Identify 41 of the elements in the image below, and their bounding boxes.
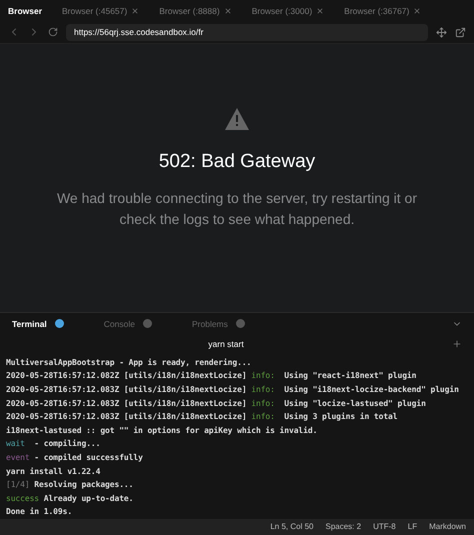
error-message: We had trouble connecting to the server, try restarting it or check the logs to see what happened.	[56, 189, 418, 230]
terminal-line: [1/4] Resolving packages...	[6, 479, 134, 492]
add-terminal-icon[interactable]	[452, 339, 462, 350]
move-icon[interactable]	[436, 26, 447, 38]
terminal-line: wait - compiling...	[6, 438, 102, 450]
panel-tab[interactable]: Problems	[192, 318, 245, 330]
browser-tab[interactable]: Browser (:45657)	[62, 4, 140, 18]
error-title: 502: Bad Gateway	[158, 150, 316, 174]
terminal-line: success Already up-to-date.	[6, 492, 134, 505]
terminal-line: 2020-05-28T16:57:12.082Z [utils/i18n/i18nextLocize] info: Using "react-i18next" plugin	[6, 370, 418, 382]
status-item: LF	[408, 520, 418, 533]
terminal-line: 2020-05-28T16:57:12.083Z [utils/i18n/i18nextLocize] info: Using 3 plugins in total	[6, 411, 398, 424]
close-icon[interactable]	[131, 6, 140, 15]
panel-tab[interactable]: Console	[104, 318, 152, 330]
badge-icon	[236, 319, 245, 328]
status-item: Ln 5, Col 50	[270, 520, 314, 533]
terminal-line: yarn install v1.22.4	[6, 466, 102, 478]
status-item: Markdown	[429, 520, 466, 533]
close-icon[interactable]	[413, 6, 422, 15]
open-new-window-icon[interactable]	[455, 26, 466, 38]
badge-icon	[54, 319, 64, 328]
panel-tab[interactable]: Terminal	[12, 318, 64, 330]
browser-tab[interactable]: Browser (:36767)	[344, 4, 422, 18]
close-icon[interactable]	[224, 6, 232, 15]
badge-icon	[142, 319, 152, 328]
terminal-line: MultiversalAppBootstrap - App is ready, rendering...	[6, 356, 252, 369]
browser-tab[interactable]: Browser (:3000)	[252, 4, 324, 18]
terminal-line: event - compiled successfully	[6, 452, 144, 464]
close-icon[interactable]	[316, 6, 324, 15]
status-item: Spaces: 2	[326, 520, 362, 533]
terminal-line: Done in 1.09s.	[6, 506, 74, 518]
status-item: UTF-8	[373, 520, 396, 533]
terminal-title[interactable]: yarn start	[0, 338, 452, 351]
browser-tab[interactable]: Browser	[8, 4, 42, 18]
terminal-line: i18next-lastused :: got "" in options for apiKey which is invalid.	[6, 424, 318, 437]
terminal-line: 2020-05-28T16:57:12.083Z [utils/i18n/i18nextLocize] info: Using "locize-lastused" plugin	[6, 398, 427, 410]
url-field[interactable]: https://56qrj.sse.codesandbox.io/fr	[66, 24, 428, 41]
browser-tab[interactable]: Browser (:8888)	[159, 4, 232, 18]
warning-icon	[225, 108, 249, 130]
reload-icon[interactable]	[48, 27, 58, 38]
terminal-line: 2020-05-28T16:57:12.083Z [utils/i18n/i18nextLocize] info: Using "i18next-locize-backend" plugin	[6, 384, 460, 396]
